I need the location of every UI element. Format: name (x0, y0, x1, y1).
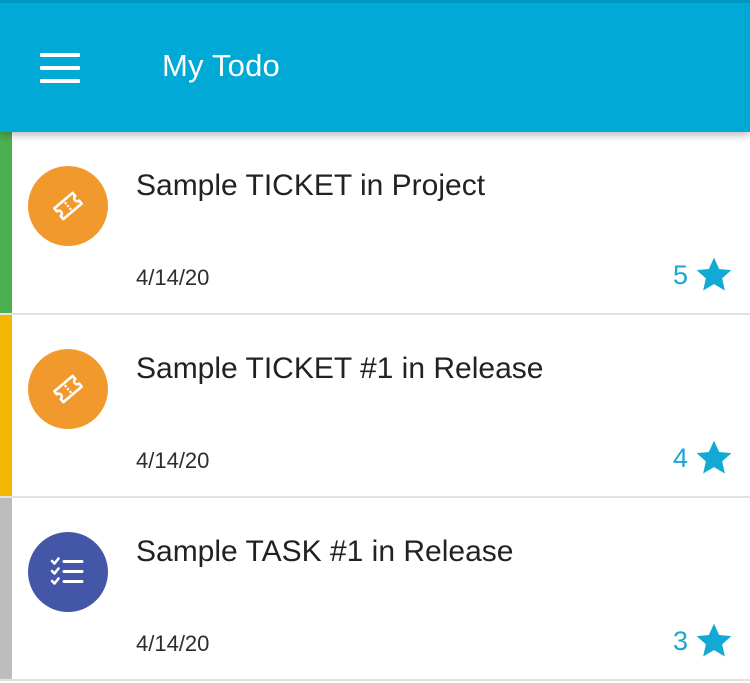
star-icon (696, 257, 732, 291)
todo-list: Sample TICKET in Project 4/14/20 5 Sampl… (0, 132, 750, 681)
item-title: Sample TICKET in Project (136, 169, 486, 202)
ticket-icon (53, 374, 83, 404)
priority-value: 4 (672, 442, 688, 473)
app-bar: My Todo (0, 0, 750, 132)
star-icon (696, 440, 732, 474)
item-date: 4/14/20 (136, 631, 210, 656)
priority-rating: 3 (673, 619, 734, 663)
status-color-bar (0, 132, 12, 313)
priority-value: 3 (672, 625, 688, 656)
status-line (0, 0, 750, 3)
list-item[interactable]: Sample TICKET in Project 4/14/20 5 (0, 132, 750, 315)
item-type-avatar (28, 349, 108, 429)
item-type-avatar (28, 166, 108, 246)
item-title: Sample TICKET #1 in Release (136, 352, 544, 385)
status-color-bar (0, 498, 12, 679)
item-type-avatar (28, 532, 108, 612)
ticket-icon (53, 191, 83, 221)
hamburger-menu-icon[interactable] (30, 44, 90, 94)
page-title: My Todo (162, 48, 280, 83)
item-title: Sample TASK #1 in Release (136, 535, 514, 568)
list-item[interactable]: Sample TICKET #1 in Release 4/14/20 4 (0, 315, 750, 498)
checklist-icon (50, 557, 84, 585)
item-date: 4/14/20 (136, 448, 210, 473)
priority-value: 5 (672, 259, 688, 290)
list-item[interactable]: Sample TASK #1 in Release 4/14/20 3 (0, 498, 750, 681)
star-icon (696, 623, 732, 657)
status-color-bar (0, 315, 12, 496)
item-date: 4/14/20 (136, 265, 210, 290)
priority-rating: 4 (673, 436, 734, 480)
todo-app: My Todo Sample TICKET in Project 4/14/20… (0, 0, 750, 683)
priority-rating: 5 (673, 253, 734, 297)
